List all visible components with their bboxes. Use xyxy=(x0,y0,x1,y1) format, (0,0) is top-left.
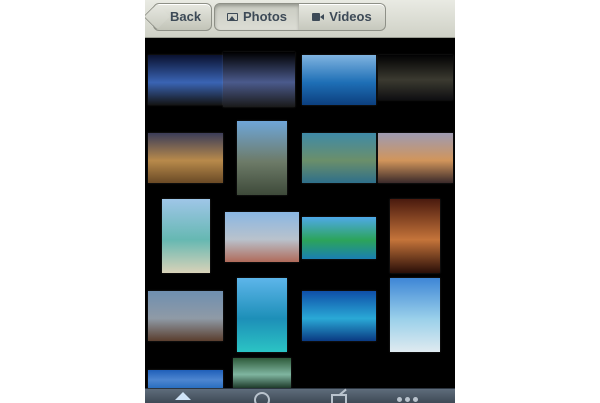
thumb-restaurant-night[interactable] xyxy=(390,199,440,273)
thumb-palm-lagoon[interactable] xyxy=(390,278,440,352)
back-button[interactable]: Back xyxy=(153,3,213,31)
thumb-beach-shore[interactable] xyxy=(162,199,210,273)
thumb-atoll-aerial[interactable] xyxy=(302,291,376,341)
phone-screen: Back Photos Videos xyxy=(145,0,455,403)
thumb-ocean-wave[interactable] xyxy=(302,55,376,105)
thumb-waterfall[interactable] xyxy=(233,358,291,388)
thumb-palm-island[interactable] xyxy=(302,217,376,259)
thumb-city-bay[interactable] xyxy=(225,212,299,262)
segment-videos-label: Videos xyxy=(329,9,372,24)
home-icon[interactable] xyxy=(173,389,193,403)
thumb-fort-aerial[interactable] xyxy=(302,133,376,183)
photo-icon xyxy=(226,13,238,21)
thumb-cruise-ship-night[interactable] xyxy=(378,55,453,100)
clock-icon[interactable] xyxy=(251,389,271,403)
thumb-sailboat-water[interactable] xyxy=(237,278,287,352)
more-icon[interactable] xyxy=(395,389,425,403)
thumb-street-evening[interactable] xyxy=(148,133,223,183)
thumb-fortress-coast[interactable] xyxy=(237,121,287,195)
segment-photos-label: Photos xyxy=(242,9,288,24)
navigation-bar: Back Photos Videos xyxy=(145,0,455,38)
back-button-label: Back xyxy=(170,9,202,24)
thumb-harbor-sunset[interactable] xyxy=(378,133,453,183)
video-camera-icon xyxy=(312,13,325,21)
bottom-toolbar xyxy=(145,388,455,403)
segment-photos[interactable]: Photos xyxy=(214,3,300,31)
share-icon[interactable] xyxy=(329,389,349,403)
thumb-fireworks[interactable] xyxy=(223,52,295,107)
segment-videos[interactable]: Videos xyxy=(299,3,386,31)
thumb-stadium-night[interactable] xyxy=(148,55,223,105)
thumb-blue-sky-palm[interactable] xyxy=(148,370,223,388)
thumb-coastal-rainbow[interactable] xyxy=(148,291,223,341)
